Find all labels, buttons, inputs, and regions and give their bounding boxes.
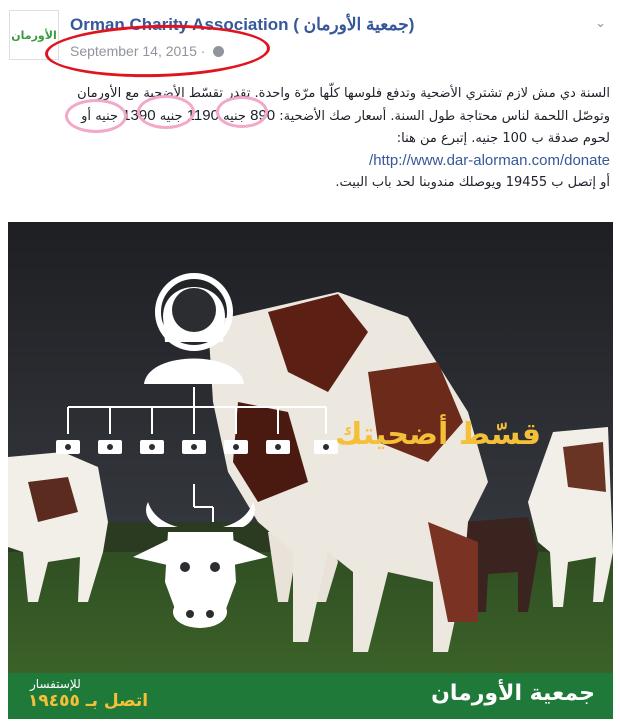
post-text-line-6: أو إتصل ب 19455 ويوصلك مندوبنا لحد باب ا… xyxy=(335,175,610,190)
price-highlight-annotation-2 xyxy=(137,95,195,129)
price-highlight-annotation-3 xyxy=(65,99,127,133)
donate-link[interactable]: http://www.dar-alorman.com/donate/ xyxy=(10,150,610,172)
cow-illustration xyxy=(8,222,613,719)
chevron-down-icon[interactable]: ⌄ xyxy=(595,16,606,31)
facebook-post: الأورمان Orman Charity Association ( جمع… xyxy=(0,0,620,725)
installment-title: قسّط أضحيتك xyxy=(334,417,541,452)
image-footer-bar: للإستفسار اتصل بـ ١٩٤٥٥ جمعية الأورمان xyxy=(8,673,613,719)
hotline-number: اتصل بـ ١٩٤٥٥ xyxy=(28,691,149,711)
post-text-line-2-text: وتوصّل اللحمة لناس محتاجة طول السنة. أسع… xyxy=(279,109,610,124)
orman-logo: جمعية الأورمان xyxy=(431,681,595,706)
inquiry-label: للإستفسار xyxy=(30,677,81,691)
price-highlight-annotation-1 xyxy=(216,96,268,128)
avatar-logo-text: الأورمان xyxy=(11,28,57,42)
post-image[interactable]: قسّط أضحيتك للإستفسار اتصل بـ ١٩٤٥٥ جمعي… xyxy=(8,222,613,719)
